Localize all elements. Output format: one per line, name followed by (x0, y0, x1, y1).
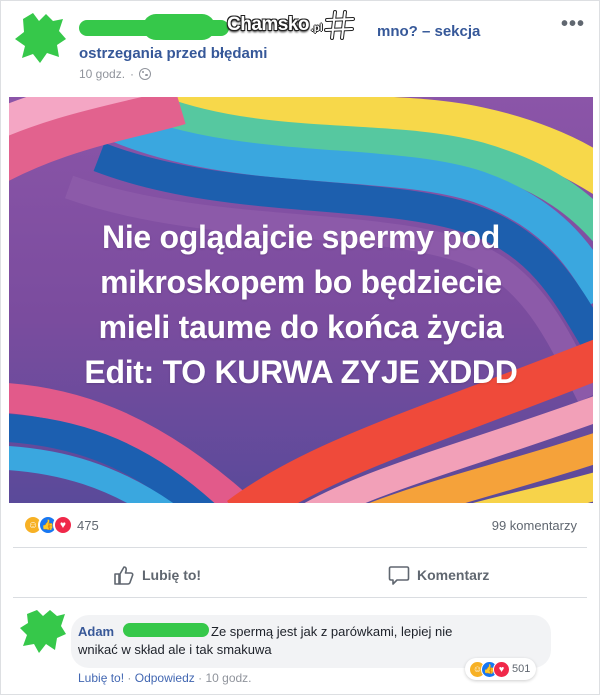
comment-author[interactable]: Adam (78, 624, 114, 639)
like-label: Lubię to! (142, 567, 202, 583)
image-caption-line: mikroskopem bo będziecie (100, 264, 502, 300)
comment-reaction-count: 501 (512, 663, 531, 675)
watermark-suffix: .pl (311, 22, 323, 34)
comment-label: Komentarz (417, 567, 490, 583)
author-avatar[interactable] (13, 11, 67, 65)
post-card: mno? – sekcja ostrzegania przed błędami … (0, 0, 600, 695)
chamsko-watermark: Chamsko .pl (227, 10, 357, 40)
more-options-button[interactable]: ••• (561, 13, 585, 36)
love-reaction-icon: ♥ (53, 515, 73, 535)
reaction-summary[interactable]: ☺ 👍 ♥ 475 (23, 515, 99, 535)
comment-time[interactable]: 10 godz. (205, 671, 251, 685)
globe-icon[interactable] (139, 68, 152, 80)
watermark-text: Chamsko (227, 14, 310, 35)
comment-reaction-summary[interactable]: ☺ 👍 ♥ 501 (465, 658, 537, 680)
post-meta: 10 godz. · (79, 67, 152, 81)
separator: · (127, 671, 132, 685)
hash-logo-icon (323, 10, 355, 40)
post-time[interactable]: 10 godz. (79, 67, 125, 81)
comment-text-line1: Ze spermą jest jak z parówkami, lepiej n… (211, 624, 453, 639)
divider (13, 547, 587, 548)
meta-separator: · (130, 67, 135, 81)
commenter-avatar[interactable] (19, 608, 67, 654)
image-caption: Nie oglądajcie spermy pod mikroskopem bo… (9, 215, 593, 395)
comment-button[interactable]: Komentarz (388, 563, 489, 587)
author-name-redaction (143, 14, 215, 40)
image-caption-line: mieli taume do końca życia (98, 309, 504, 345)
comment-actions: Lubię to! · Odpowiedz · 10 godz. (78, 671, 252, 685)
image-caption-line: Edit: TO KURWA ZYJE XDDD (84, 354, 518, 390)
comment-author-redaction (123, 623, 209, 637)
thumbs-up-icon (114, 566, 134, 585)
comment-reply-link[interactable]: Odpowiedz (135, 671, 195, 685)
comment-like-link[interactable]: Lubię to! (78, 671, 124, 685)
post-image[interactable]: Nie oglądajcie spermy pod mikroskopem bo… (9, 97, 593, 503)
separator: · (198, 671, 203, 685)
reaction-count[interactable]: 475 (77, 518, 99, 533)
like-button[interactable]: Lubię to! (113, 563, 201, 587)
post-title-line1[interactable]: mno? – sekcja (377, 21, 480, 43)
comments-count[interactable]: 99 komentarzy (492, 518, 577, 533)
post-title-line2[interactable]: ostrzegania przed błędami (79, 43, 267, 65)
speech-bubble-icon (388, 566, 410, 585)
divider (13, 597, 587, 598)
image-caption-line: Nie oglądajcie spermy pod (102, 219, 500, 255)
comment-text-line2: wnikać w skład ale i tak smakuwa (78, 642, 272, 657)
love-reaction-icon: ♥ (493, 660, 510, 678)
